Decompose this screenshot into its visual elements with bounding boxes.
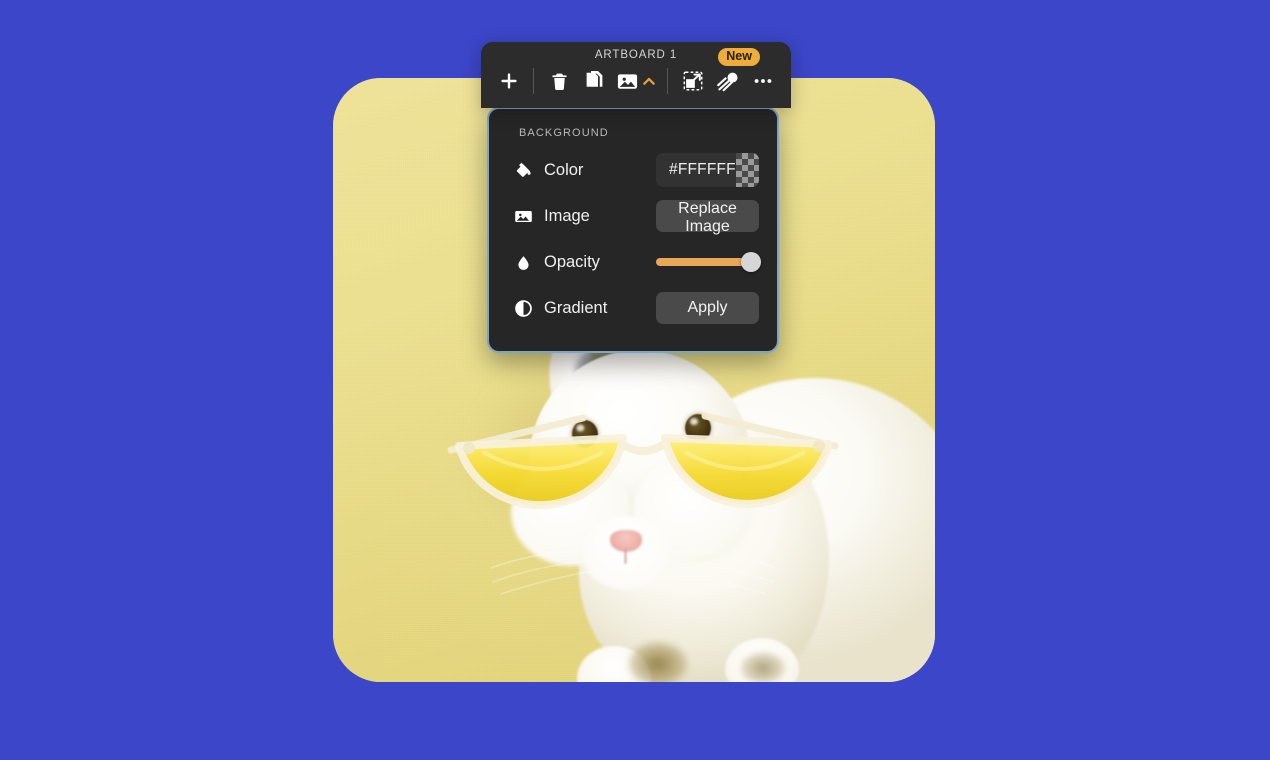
panel-row-gradient: Gradient Apply (489, 285, 777, 331)
opacity-slider-thumb[interactable] (741, 252, 761, 272)
apply-gradient-button[interactable]: Apply (656, 292, 759, 324)
droplet-icon (511, 254, 535, 271)
artboard-toolbar: ARTBOARD 1 New (481, 42, 791, 108)
ellipsis-icon (752, 70, 774, 92)
sunglasses (447, 412, 839, 510)
contrast-icon (511, 299, 535, 318)
fur-marking-1 (629, 642, 687, 682)
add-button[interactable] (491, 63, 526, 99)
toolbar-buttons-row: New (481, 48, 791, 101)
magic-button[interactable]: New (710, 48, 760, 99)
plus-icon (498, 70, 520, 92)
toolbar-divider (666, 68, 668, 94)
paint-bucket-icon (511, 161, 535, 180)
gradient-label: Gradient (544, 298, 608, 317)
image-icon (616, 70, 639, 93)
transparency-swatch[interactable] (735, 153, 759, 187)
background-panel: BACKGROUND Color #FFFFFF Image Replace I… (487, 107, 779, 353)
app-canvas: ARTBOARD 1 New BACKGROUND Color #FFFFFF … (0, 0, 1270, 760)
image-icon (511, 207, 535, 226)
replace-image-button[interactable]: Replace Image (656, 200, 759, 235)
opacity-slider[interactable] (656, 252, 761, 272)
copy-icon (584, 70, 605, 92)
chevron-up-icon (641, 73, 657, 89)
background-button[interactable] (612, 63, 660, 99)
panel-row-image: Image Replace Image (489, 193, 777, 239)
resize-button[interactable] (675, 63, 710, 99)
panel-heading: BACKGROUND (519, 127, 609, 139)
more-button[interactable] (746, 63, 781, 99)
color-value: #FFFFFF (669, 161, 736, 178)
panel-row-opacity: Opacity (489, 239, 777, 285)
new-badge: New (718, 48, 760, 66)
delete-button[interactable] (541, 63, 576, 99)
toolbar-divider (533, 68, 535, 94)
resize-icon (682, 70, 704, 92)
opacity-label: Opacity (544, 252, 600, 271)
panel-row-color: Color #FFFFFF (489, 147, 777, 193)
image-label: Image (544, 206, 590, 225)
color-field[interactable]: #FFFFFF (656, 153, 759, 187)
duplicate-button[interactable] (577, 63, 612, 99)
comet-icon (716, 69, 740, 93)
fur-marking-2 (741, 652, 785, 682)
color-label: Color (544, 160, 584, 179)
trash-icon (549, 71, 570, 92)
